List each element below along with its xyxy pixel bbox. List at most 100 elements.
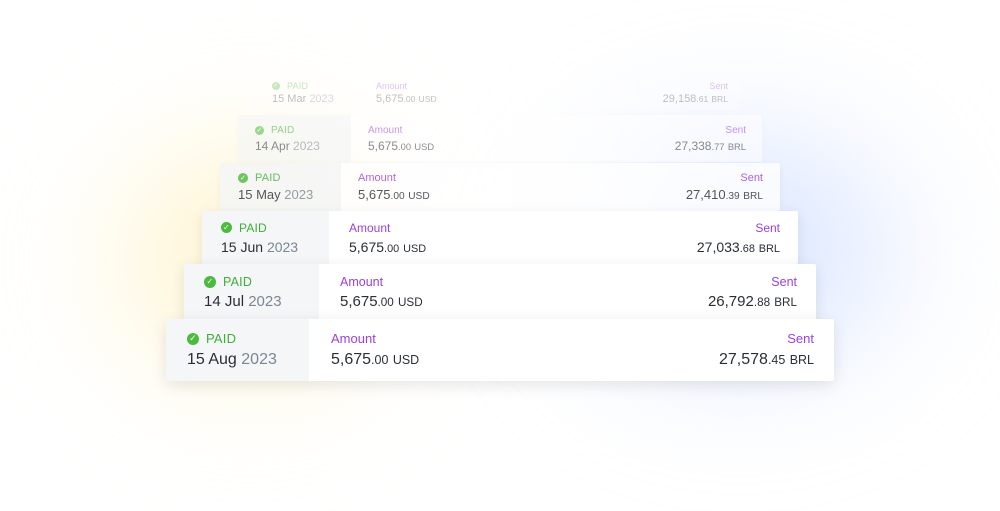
status-badge: ✓ PAID [272, 81, 342, 91]
amount-column: Amount 5,675.00 USD [368, 125, 434, 153]
check-circle-icon: ✓ [238, 173, 248, 183]
status-label: PAID [223, 274, 253, 289]
payment-history-illustration: ✓ PAID 15 Mar 2023 Amount 5,675.00 USD S… [0, 0, 1000, 511]
amount-currency: USD [403, 242, 427, 255]
sent-cents: .88 [753, 295, 771, 309]
sent-label: Sent [787, 331, 814, 346]
sent-integer: 27,578 [719, 351, 768, 368]
amount-label: Amount [349, 220, 391, 235]
amount-column: Amount 5,675.00 USD [331, 331, 419, 369]
sent-label: Sent [755, 220, 780, 235]
amount-cents: .00 [398, 141, 412, 152]
amount-value: 5,675.00 USD [358, 187, 430, 202]
payment-date-panel: ✓ PAID 15 Jun 2023 [202, 211, 329, 264]
sent-integer: 29,158 [662, 93, 697, 105]
payment-year: 2023 [266, 238, 299, 255]
amount-value: 5,675.00 USD [340, 293, 423, 310]
payment-card-jun[interactable]: ✓ PAID 15 Jun 2023 Amount 5,675.00 USD S… [202, 211, 798, 264]
payment-year: 2023 [284, 187, 314, 202]
payment-details: Amount 5,675.00 USD Sent 26,792.88 BRL [319, 264, 816, 320]
amount-value: 5,675.00 USD [349, 239, 426, 255]
sent-integer: 27,033 [696, 238, 740, 255]
amount-label: Amount [331, 331, 376, 346]
sent-value: 27,578.45 BRL [719, 351, 814, 369]
amount-integer: 5,675 [349, 238, 385, 255]
status-label: PAID [206, 331, 237, 346]
amount-column: Amount 5,675.00 USD [340, 275, 423, 310]
check-circle-icon: ✓ [187, 332, 199, 345]
amount-currency: USD [392, 353, 420, 367]
amount-label: Amount [358, 172, 396, 184]
sent-currency: BRL [774, 295, 797, 309]
sent-integer: 26,792 [707, 292, 754, 310]
check-circle-icon: ✓ [221, 222, 232, 233]
payment-day-month: 15 Aug [187, 351, 237, 368]
amount-integer: 5,675 [376, 93, 404, 105]
payment-date: 14 Apr 2023 [255, 139, 351, 153]
status-badge: ✓ PAID [187, 331, 309, 346]
check-circle-icon: ✓ [204, 275, 216, 288]
payment-day-month: 15 May [238, 187, 281, 202]
payment-details: Amount 5,675.00 USD Sent 27,578.45 BRL [309, 319, 834, 381]
payment-details: Amount 5,675.00 USD Sent 29,158.61 BRL [342, 76, 740, 110]
status-badge: ✓ PAID [204, 275, 319, 289]
sent-column: Sent 29,158.61 BRL [663, 81, 728, 105]
status-badge: ✓ PAID [238, 172, 341, 184]
sent-column: Sent 27,578.45 BRL [719, 331, 814, 369]
status-badge: ✓ PAID [221, 221, 329, 235]
status-label: PAID [287, 81, 309, 91]
sent-label: Sent [709, 81, 728, 91]
payment-card-apr[interactable]: ✓ PAID 14 Apr 2023 Amount 5,675.00 USD S… [238, 115, 762, 162]
sent-label: Sent [771, 274, 797, 289]
sent-value: 26,792.88 BRL [708, 293, 797, 310]
payment-date-panel: ✓ PAID 15 May 2023 [220, 163, 341, 211]
amount-cents: .00 [384, 242, 400, 255]
status-label: PAID [239, 220, 267, 235]
check-circle-icon: ✓ [255, 125, 264, 135]
status-badge: ✓ PAID [255, 125, 351, 136]
payment-date: 15 Aug 2023 [187, 351, 309, 369]
sent-label: Sent [725, 124, 746, 136]
sent-currency: BRL [789, 353, 814, 367]
amount-value: 5,675.00 USD [368, 139, 434, 153]
payment-date: 14 Jul 2023 [204, 293, 319, 310]
status-label: PAID [271, 124, 295, 136]
amount-label: Amount [376, 81, 408, 91]
payment-date: 15 Mar 2023 [272, 93, 342, 105]
payment-day-month: 14 Jul [204, 292, 245, 310]
amount-column: Amount 5,675.00 USD [358, 172, 430, 202]
sent-column: Sent 27,338.77 BRL [675, 125, 746, 153]
sent-value: 27,338.77 BRL [675, 139, 746, 153]
payment-card-mar[interactable]: ✓ PAID 15 Mar 2023 Amount 5,675.00 USD S… [250, 76, 740, 110]
sent-value: 27,410.39 BRL [686, 187, 763, 202]
amount-column: Amount 5,675.00 USD [349, 221, 426, 255]
payment-day-month: 15 Mar [272, 93, 307, 105]
amount-value: 5,675.00 USD [376, 93, 437, 105]
payment-year: 2023 [293, 138, 320, 153]
payment-date-panel: ✓ PAID 15 Aug 2023 [166, 319, 309, 381]
amount-currency: USD [397, 295, 423, 309]
payment-card-aug[interactable]: ✓ PAID 15 Aug 2023 Amount 5,675.00 USD S… [166, 319, 834, 381]
payment-date-panel: ✓ PAID 14 Apr 2023 [238, 115, 351, 162]
sent-currency: BRL [743, 191, 763, 202]
amount-integer: 5,675 [368, 138, 399, 153]
sent-currency: BRL [711, 94, 728, 104]
payment-date-panel: ✓ PAID 15 Mar 2023 [250, 76, 342, 110]
sent-currency: BRL [727, 141, 746, 152]
sent-cents: .68 [739, 242, 755, 255]
check-circle-icon: ✓ [272, 82, 280, 90]
sent-value: 29,158.61 BRL [663, 93, 728, 105]
amount-column: Amount 5,675.00 USD [376, 81, 437, 105]
payment-card-jul[interactable]: ✓ PAID 14 Jul 2023 Amount 5,675.00 USD S… [184, 264, 816, 320]
payment-year: 2023 [241, 351, 277, 368]
payment-year: 2023 [309, 93, 334, 105]
payment-date: 15 May 2023 [238, 187, 341, 202]
sent-cents: .39 [725, 191, 740, 202]
payment-card-may[interactable]: ✓ PAID 15 May 2023 Amount 5,675.00 USD S… [220, 163, 780, 211]
amount-cents: .00 [371, 353, 389, 367]
amount-currency: USD [408, 191, 430, 202]
amount-integer: 5,675 [340, 292, 378, 310]
payment-day-month: 15 Jun [221, 238, 264, 255]
status-label: PAID [255, 172, 281, 184]
sent-integer: 27,410 [685, 187, 726, 202]
